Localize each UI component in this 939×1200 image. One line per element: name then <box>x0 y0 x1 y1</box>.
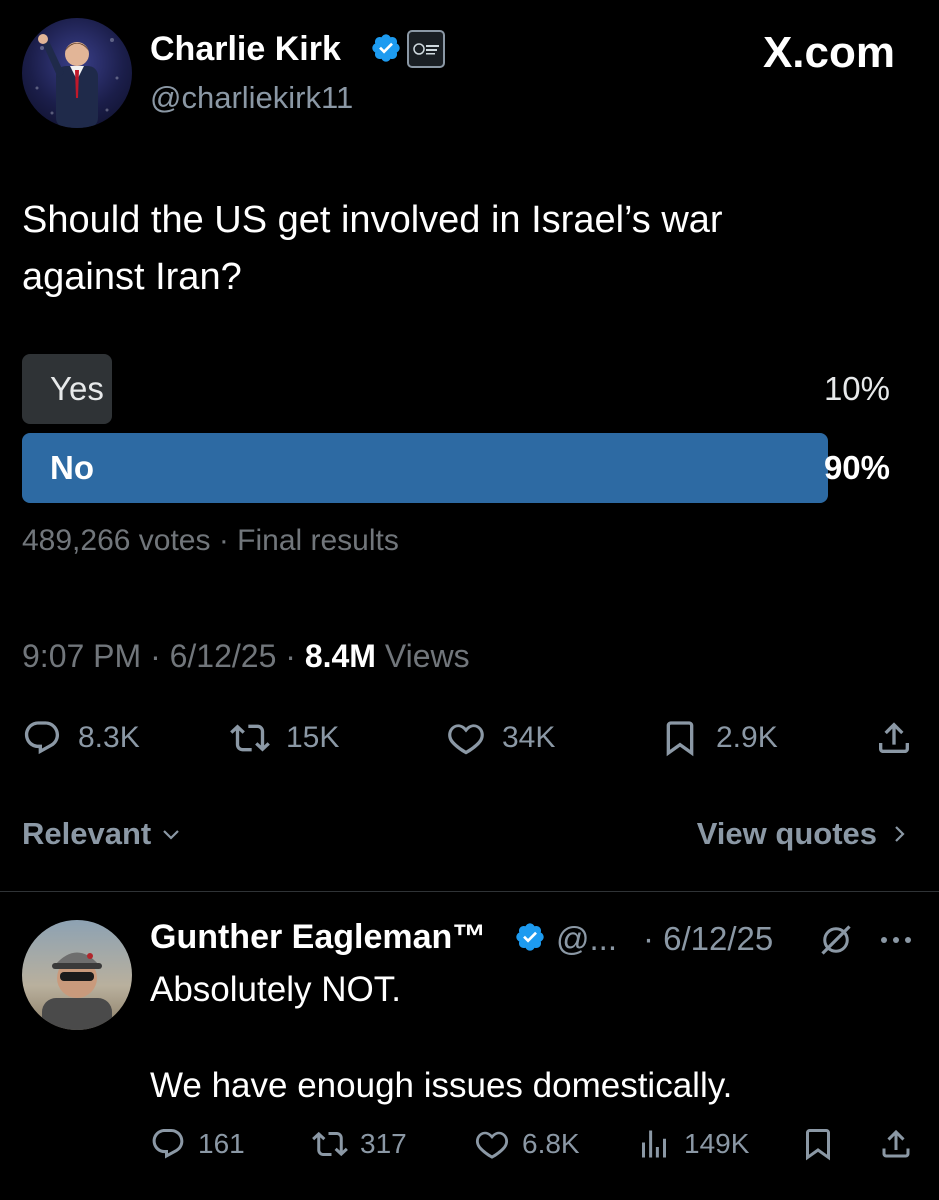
poll-option-no: No 90% <box>22 433 892 503</box>
affiliation-badge-icon[interactable] <box>407 30 445 68</box>
repost-button[interactable]: 15K <box>230 716 339 760</box>
author-handle[interactable]: @charliekirk11 <box>150 80 353 116</box>
reply-icon <box>24 721 60 755</box>
reply-date[interactable]: · 6/12/25 <box>643 920 773 958</box>
reply-author-avatar[interactable] <box>22 920 132 1030</box>
reply-repost-count: 317 <box>360 1128 407 1159</box>
reply-icon <box>152 1129 184 1159</box>
verified-badge-icon <box>372 34 400 62</box>
reply-views-button[interactable]: 149K <box>636 1124 749 1164</box>
reply-sort-label: Relevant <box>22 816 152 851</box>
tweet-text: Should the US get involved in Israel’s w… <box>22 192 902 306</box>
reply-sort-dropdown[interactable]: Relevant <box>22 816 183 852</box>
heart-icon <box>475 1131 509 1159</box>
reply-share-button[interactable] <box>878 1124 914 1164</box>
share-button[interactable] <box>874 716 914 760</box>
reply-reply-button[interactable]: 161 <box>150 1124 245 1164</box>
more-options-icon[interactable] <box>878 934 914 946</box>
verified-badge-icon <box>516 923 544 951</box>
poll-meta: 489,266 votes · Final results <box>22 524 399 557</box>
bookmark-button[interactable]: 2.9K <box>660 716 778 760</box>
bookmark-icon <box>806 1129 830 1161</box>
poll-option-yes: Yes 10% <box>22 354 892 424</box>
poll-option-percent: 90% <box>823 449 890 486</box>
reply-button[interactable]: 8.3K <box>22 716 140 760</box>
poll-option-label: Yes <box>50 370 104 407</box>
view-quotes-link[interactable]: View quotes <box>697 816 911 852</box>
repost-count: 15K <box>286 721 340 754</box>
reply-text-line: Absolutely NOT. <box>150 970 401 1009</box>
reply-text: Absolutely NOT. We have enough issues do… <box>150 966 910 1110</box>
site-logo: X.com <box>762 28 895 77</box>
reply-text-line: We have enough issues domestically. <box>150 1066 733 1105</box>
chevron-down-icon <box>163 830 180 840</box>
view-quotes-label: View quotes <box>696 816 877 851</box>
analytics-icon <box>642 1130 666 1158</box>
tweet-timestamp[interactable]: 9:07 PM · 6/12/25 · 8.4M Views <box>22 638 470 675</box>
repost-icon <box>230 724 270 752</box>
divider <box>0 891 939 892</box>
tweet-detail-page: Charlie Kirk @charliekirk11 X.com Should… <box>0 0 939 1200</box>
grok-icon[interactable] <box>818 922 854 958</box>
like-button[interactable]: 34K <box>446 716 555 760</box>
views-count: 8.4M <box>304 638 376 674</box>
views-label: Views <box>375 638 470 674</box>
reply-like-button[interactable]: 6.8K <box>474 1124 580 1164</box>
bookmark-icon <box>666 721 694 757</box>
tweet-text-line: Should the US get involved in Israel’s w… <box>22 199 723 241</box>
repost-icon <box>312 1131 348 1157</box>
share-icon <box>882 1129 910 1158</box>
poll-result-bar <box>22 433 828 503</box>
reply-count: 8.3K <box>78 721 140 754</box>
reply-views-count: 149K <box>684 1128 750 1159</box>
reply-author-handle[interactable]: @... <box>556 920 617 958</box>
author-name[interactable]: Charlie Kirk <box>150 30 341 69</box>
poll-option-label: No <box>50 449 94 486</box>
heart-icon <box>448 724 484 755</box>
reply-author-name[interactable]: Gunther Eagleman™ <box>150 918 486 957</box>
like-count: 34K <box>502 721 556 754</box>
time-date[interactable]: 9:07 PM · 6/12/25 · <box>22 638 305 674</box>
reply-bookmark-button[interactable] <box>800 1124 836 1164</box>
bookmark-count: 2.9K <box>716 721 778 754</box>
poll-option-percent: 10% <box>823 370 890 407</box>
share-icon <box>879 722 909 753</box>
tweet-text-line: against Iran? <box>22 256 242 298</box>
reply-like-count: 6.8K <box>522 1128 580 1159</box>
reply-reply-count: 161 <box>198 1128 245 1159</box>
reply-repost-button[interactable]: 317 <box>312 1124 407 1164</box>
chevron-right-icon <box>895 826 905 842</box>
author-avatar[interactable] <box>22 18 132 128</box>
